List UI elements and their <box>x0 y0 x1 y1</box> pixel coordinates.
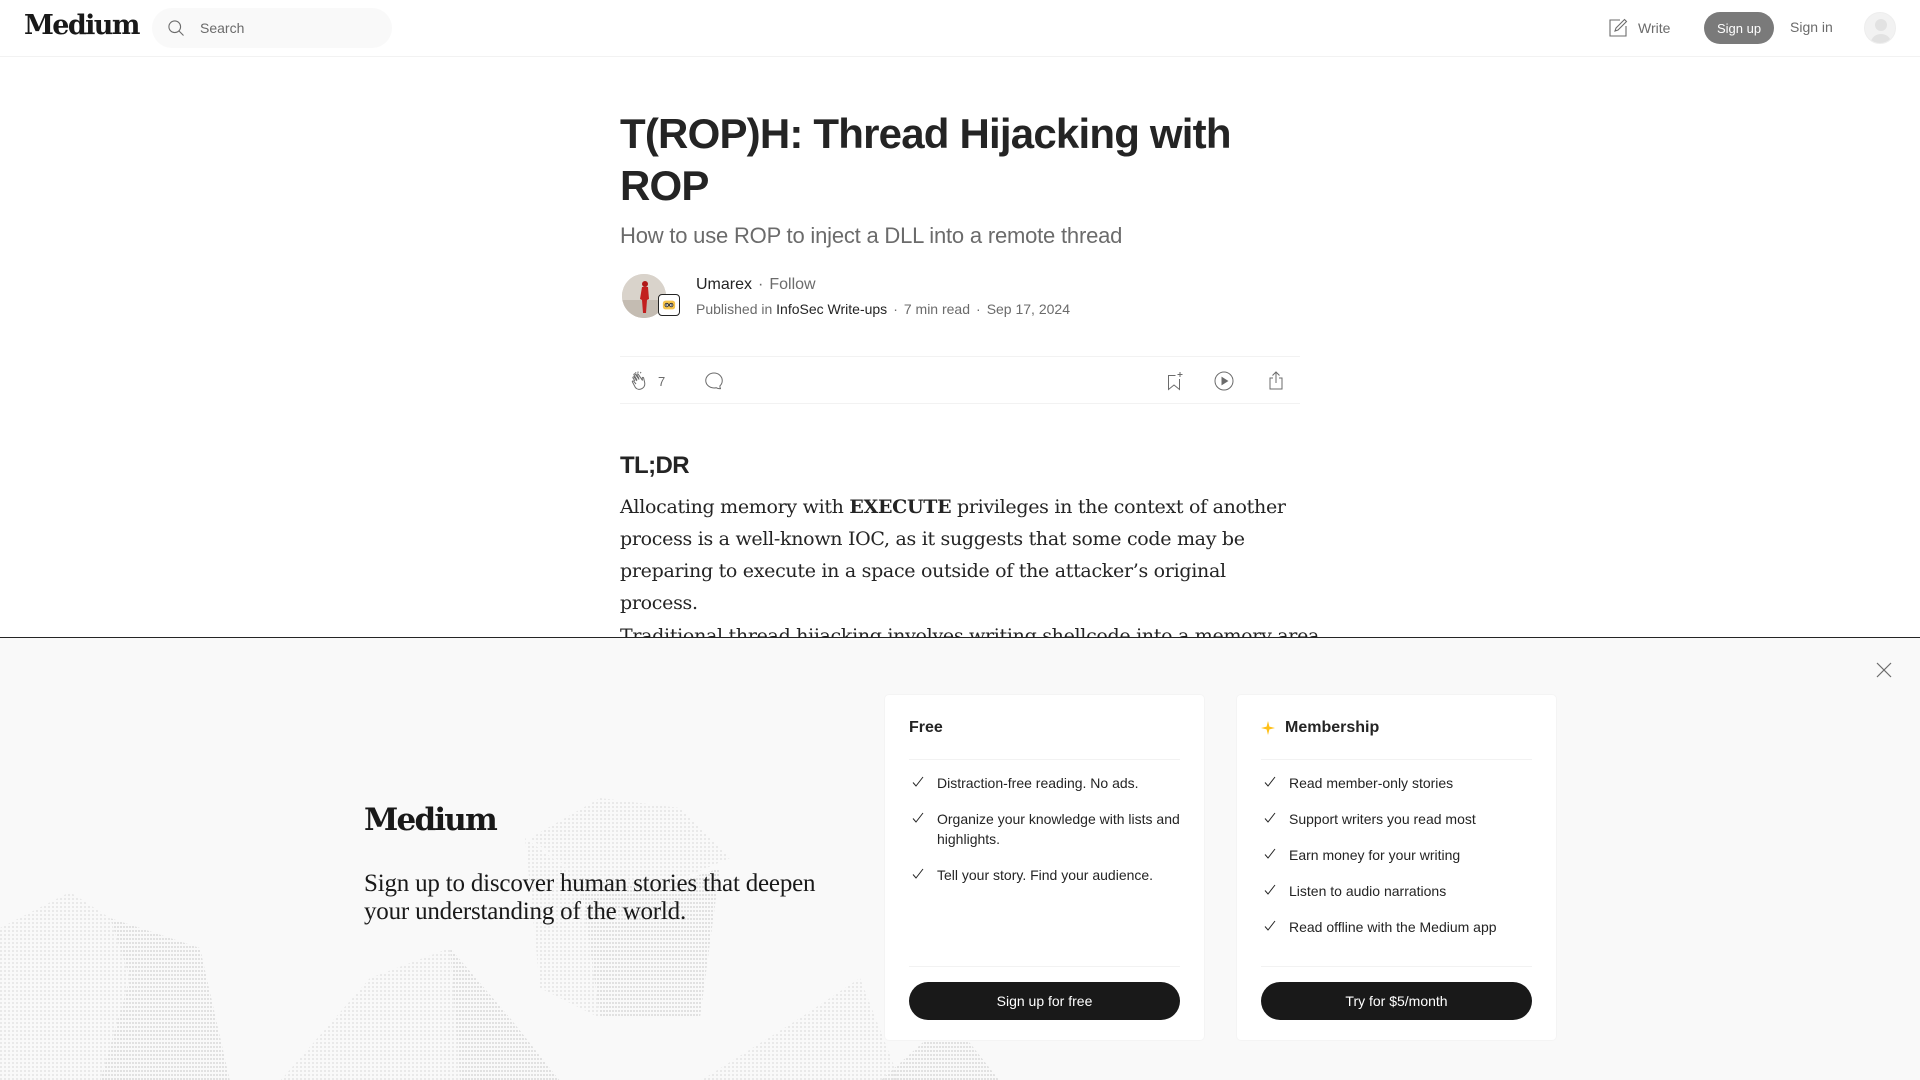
feature-item: Read member-only stories <box>1261 773 1536 793</box>
feature-text: Read member-only stories <box>1289 775 1454 791</box>
sign-in-link[interactable]: Sign in <box>1790 19 1833 35</box>
article-meta: Published in InfoSec Write-ups · 7 min rea… <box>696 301 1070 317</box>
feature-text: Tell your story. Find your audience. <box>937 867 1154 883</box>
top-nav: Medium Write Sign up Sign in <box>0 0 1920 57</box>
author-name[interactable]: Umarex <box>696 276 752 293</box>
write-label: Write <box>1638 20 1671 36</box>
feature-item: Earn money for your writing <box>1261 845 1536 865</box>
article-subtitle: How to use ROP to inject a DLL into a re… <box>620 223 1123 248</box>
search-box[interactable] <box>152 8 392 48</box>
divider <box>909 966 1180 967</box>
share-button[interactable] <box>1264 369 1288 393</box>
clap-icon <box>631 371 646 390</box>
feature-text: Listen to audio narrations <box>1289 883 1447 899</box>
plan-title: Membership <box>1285 719 1380 736</box>
plan-title: Free <box>909 719 943 736</box>
default-user-icon <box>1870 19 1892 43</box>
feature-text: Support writers you read most <box>1289 811 1476 827</box>
write-link[interactable]: Write <box>1606 16 1670 40</box>
bold-term: EXECUTE <box>849 496 952 518</box>
check-icon <box>1264 884 1276 895</box>
section-heading: TL;DR <box>620 452 690 479</box>
divider <box>909 759 1180 760</box>
feature-item: Support writers you read most <box>1261 809 1536 829</box>
check-icon <box>912 812 924 823</box>
plan-card-free: Free Distraction-free reading. No ads. O… <box>885 695 1204 1040</box>
article-paragraph: Allocating memory with EXECUTE privilege… <box>620 491 1300 619</box>
separator-dot: · <box>758 276 764 293</box>
published-in-label: Published in <box>696 301 773 317</box>
save-bookmark-button[interactable] <box>1162 369 1186 393</box>
feature-text: Read offline with the Medium app <box>1289 919 1497 935</box>
article-title: T(ROP)H: Thread Hijacking with ROP <box>620 110 1232 209</box>
feature-item: Tell your story. Find your audience. <box>909 865 1184 885</box>
plan-title-row: Membership <box>1261 719 1379 737</box>
plan-card-membership: Membership Read member-only stories Supp… <box>1237 695 1556 1040</box>
write-icon <box>1609 18 1628 37</box>
feature-item: Distraction-free reading. No ads. <box>909 773 1184 793</box>
sparkle-icon <box>1261 721 1275 735</box>
check-icon <box>1264 812 1276 823</box>
cube-face <box>701 978 900 1080</box>
divider <box>1261 966 1532 967</box>
publication-badge[interactable] <box>658 294 680 316</box>
author-line: Umarex · Follow <box>696 276 816 294</box>
responses-button[interactable] <box>702 369 726 393</box>
listen-button[interactable] <box>1212 369 1236 393</box>
search-input[interactable] <box>200 8 380 48</box>
play-icon <box>1214 371 1234 391</box>
plan-features: Read member-only stories Support writers… <box>1261 773 1536 953</box>
publication-link[interactable]: InfoSec Write-ups <box>776 301 887 317</box>
plan-features: Distraction-free reading. No ads. Organi… <box>909 773 1184 901</box>
signup-overlay: Medium Sign up to discover human stories… <box>0 637 1920 1080</box>
bookmark-add-icon <box>1168 372 1183 391</box>
divider <box>1261 759 1532 760</box>
search-icon <box>168 20 184 36</box>
medium-logo[interactable]: Medium <box>24 10 140 41</box>
check-icon <box>912 776 924 787</box>
overlay-tagline: Sign up to discover human stories that d… <box>364 870 816 925</box>
check-icon <box>1264 776 1276 787</box>
sign-up-for-free-button[interactable]: Sign up for free <box>909 982 1180 1020</box>
comment-icon <box>705 372 723 390</box>
sign-up-button[interactable]: Sign up <box>1704 12 1774 44</box>
feature-item: Listen to audio narrations <box>1261 881 1536 901</box>
feature-item: Read offline with the Medium app <box>1261 917 1536 937</box>
user-avatar[interactable] <box>1864 12 1896 44</box>
author-row: Umarex · Follow Published in InfoSec Write… <box>620 274 1300 322</box>
separator-dot: · <box>976 301 981 317</box>
check-icon <box>1264 920 1276 931</box>
publish-date: Sep 17, 2024 <box>986 301 1070 317</box>
check-icon <box>1264 848 1276 859</box>
separator-dot: · <box>893 301 898 317</box>
feature-text: Distraction-free reading. No ads. <box>937 775 1139 791</box>
feature-item: Organize your knowledge with lists and h… <box>909 809 1184 849</box>
clap-button[interactable]: 7 <box>628 369 665 393</box>
follow-button[interactable]: Follow <box>769 276 815 293</box>
overlay-medium-logo: Medium <box>364 802 498 838</box>
feature-text: Organize your knowledge with lists and h… <box>937 811 1180 847</box>
check-icon <box>912 868 924 879</box>
share-icon <box>1269 371 1283 390</box>
clap-count: 7 <box>658 373 666 389</box>
read-time: 7 min read <box>903 301 971 317</box>
paragraph-text: Allocating memory with <box>620 496 850 518</box>
infosec-logo-icon <box>662 300 676 310</box>
try-membership-button[interactable]: Try for $5/month <box>1261 982 1532 1020</box>
cube-face <box>280 948 460 1080</box>
article-action-bar: 7 <box>620 356 1300 404</box>
close-icon[interactable] <box>1870 656 1898 684</box>
feature-text: Earn money for your writing <box>1289 847 1461 863</box>
